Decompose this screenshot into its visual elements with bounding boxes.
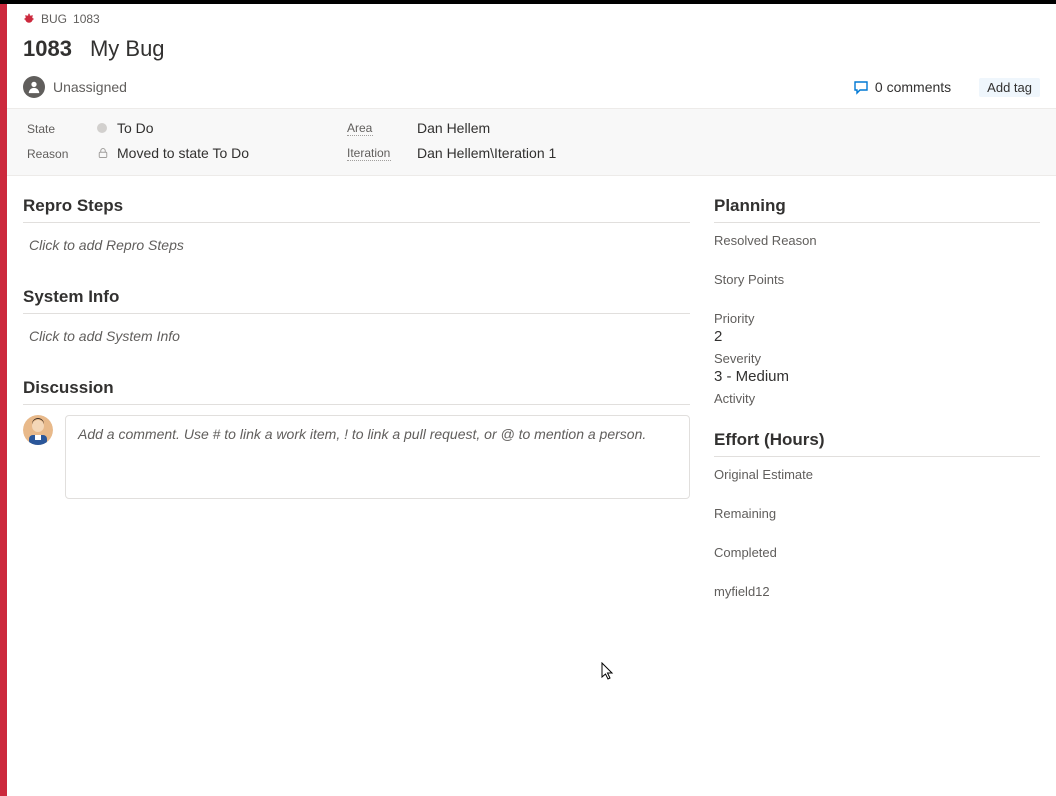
breadcrumb-id: 1083 — [73, 12, 100, 26]
divider — [714, 456, 1040, 457]
planning-title: Planning — [714, 196, 1040, 216]
comments-link[interactable]: 0 comments — [853, 79, 951, 95]
work-item-content: BUG 1083 1083 My Bug Unassigned — [7, 4, 1056, 796]
area-value[interactable]: Dan Hellem — [417, 120, 490, 136]
repro-steps-title: Repro Steps — [23, 196, 690, 216]
work-item-color-bar — [0, 4, 7, 796]
system-info-title: System Info — [23, 287, 690, 307]
work-item-header: BUG 1083 1083 My Bug Unassigned — [7, 4, 1056, 108]
severity-label: Severity — [714, 351, 1040, 366]
original-estimate-label: Original Estimate — [714, 467, 1040, 482]
story-points-label: Story Points — [714, 272, 1040, 287]
priority-value[interactable]: 2 — [714, 328, 1040, 345]
completed-label: Completed — [714, 545, 1040, 560]
divider — [23, 222, 690, 223]
work-item-page: BUG 1083 1083 My Bug Unassigned — [0, 4, 1056, 796]
discussion-title: Discussion — [23, 378, 690, 398]
work-item-id: 1083 — [23, 36, 72, 62]
main-column: Repro Steps Click to add Repro Steps Sys… — [23, 190, 690, 623]
severity-value[interactable]: 3 - Medium — [714, 368, 1040, 385]
repro-steps-input[interactable]: Click to add Repro Steps — [23, 233, 690, 257]
divider — [714, 222, 1040, 223]
side-column: Planning Resolved Reason Story Points Pr… — [714, 190, 1040, 623]
reason-picker[interactable]: Moved to state To Do — [97, 145, 347, 161]
effort-title: Effort (Hours) — [714, 430, 1040, 450]
assignee-label: Unassigned — [53, 79, 127, 95]
lock-icon — [97, 147, 109, 159]
meta-row: Unassigned 0 comments Add tag — [23, 76, 1040, 98]
add-tag-button[interactable]: Add tag — [979, 78, 1040, 97]
user-avatar — [23, 415, 53, 445]
iteration-value[interactable]: Dan Hellem\Iteration 1 — [417, 145, 556, 161]
comment-input[interactable]: Add a comment. Use # to link a work item… — [65, 415, 690, 499]
state-label: State — [27, 122, 55, 136]
comments-count: 0 comments — [875, 79, 951, 95]
title-row: 1083 My Bug — [23, 36, 1040, 62]
divider — [23, 404, 690, 405]
work-item-body: Repro Steps Click to add Repro Steps Sys… — [7, 176, 1056, 623]
bug-icon — [23, 13, 35, 25]
assignee-picker[interactable]: Unassigned — [23, 76, 127, 98]
reason-label: Reason — [27, 147, 68, 161]
breadcrumb: BUG 1083 — [23, 12, 1040, 26]
system-info-input[interactable]: Click to add System Info — [23, 324, 690, 348]
resolved-reason-label: Resolved Reason — [714, 233, 1040, 248]
remaining-label: Remaining — [714, 506, 1040, 521]
priority-label: Priority — [714, 311, 1040, 326]
reason-value: Moved to state To Do — [117, 145, 249, 161]
divider — [23, 313, 690, 314]
work-item-title[interactable]: My Bug — [90, 36, 165, 62]
discussion-row: Add a comment. Use # to link a work item… — [23, 415, 690, 499]
classification-grid: State To Do Area Dan Hellem Reason Moved… — [7, 108, 1056, 176]
breadcrumb-type: BUG — [41, 12, 67, 26]
person-icon — [23, 76, 45, 98]
state-dot-icon — [97, 123, 107, 133]
iteration-label: Iteration — [347, 146, 391, 161]
area-label: Area — [347, 121, 373, 136]
custom-field-label: myfield12 — [714, 584, 1040, 599]
state-value: To Do — [117, 120, 154, 136]
comment-icon — [853, 79, 869, 95]
activity-label: Activity — [714, 391, 1040, 406]
state-picker[interactable]: To Do — [97, 120, 347, 136]
